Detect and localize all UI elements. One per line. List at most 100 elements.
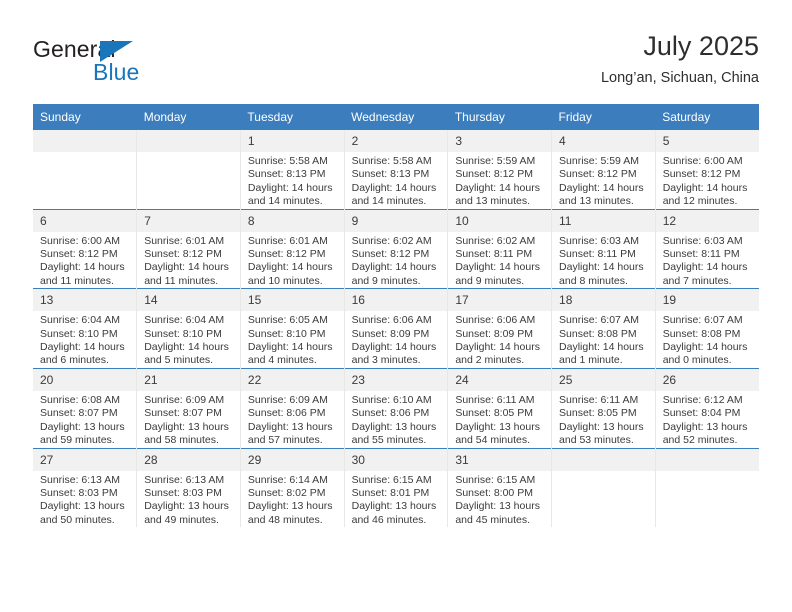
day-number: 9 — [344, 209, 448, 232]
calendar-day-cell[interactable]: 13 Sunrise: 6:04 AM Sunset: 8:10 PM Dayligh… — [33, 288, 137, 369]
sunset-text: Sunset: 8:03 PM — [40, 486, 118, 499]
calendar-day-cell[interactable]: 24 Sunrise: 6:11 AM Sunset: 8:05 PM Dayligh… — [447, 367, 552, 448]
calendar-day-cell[interactable]: 15 Sunrise: 6:05 AM Sunset: 8:10 PM Dayligh… — [239, 288, 345, 369]
sunrise-text: Sunrise: 6:03 AM — [662, 234, 743, 247]
sunset-text: Sunset: 8:06 PM — [351, 407, 430, 420]
day-details: Sunrise: 5:58 AM Sunset: 8:13 PM Daylight:… — [345, 152, 448, 209]
calendar-day-cell[interactable]: 25 Sunrise: 6:11 AM Sunset: 8:05 PM Dayligh… — [551, 367, 656, 448]
sunset-text: Sunset: 8:01 PM — [351, 486, 430, 499]
calendar-day-cell-empty — [551, 447, 656, 528]
calendar-day-cell[interactable]: 10 Sunrise: 6:02 AM Sunset: 8:11 PM Dayligh… — [447, 208, 552, 289]
daylight-text-line1: Daylight: 14 hours — [455, 181, 540, 194]
calendar-day-cell[interactable]: 18 Sunrise: 6:07 AM Sunset: 8:08 PM Dayligh… — [551, 288, 656, 369]
sunrise-text: Sunrise: 6:13 AM — [40, 473, 120, 486]
sunrise-text: Sunrise: 6:11 AM — [559, 393, 639, 406]
day-number: 8 — [240, 209, 344, 232]
calendar-day-cell[interactable]: 16 Sunrise: 6:06 AM Sunset: 8:09 PM Dayligh… — [343, 288, 448, 369]
calendar-day-cell[interactable]: 4 Sunrise: 5:59 AM Sunset: 8:12 PM Daylight… — [551, 130, 656, 210]
location-subtitle: Long’an, Sichuan, China — [600, 70, 759, 86]
day-details: Sunrise: 6:14 AM Sunset: 8:02 PM Daylight:… — [241, 471, 344, 528]
sunset-text: Sunset: 8:05 PM — [455, 407, 533, 420]
sunrise-text: Sunrise: 6:14 AM — [247, 473, 328, 486]
daylight-text-line2: and 53 minutes. — [559, 434, 634, 447]
calendar-day-cell[interactable]: 17 Sunrise: 6:06 AM Sunset: 8:09 PM Dayligh… — [447, 288, 552, 369]
sunrise-text: Sunrise: 6:01 AM — [247, 234, 328, 247]
calendar-day-cell[interactable]: 9 Sunrise: 6:02 AM Sunset: 8:12 PM Daylight… — [343, 208, 448, 289]
weekday-header-thursday: Thursday — [447, 104, 552, 130]
calendar-day-cell[interactable]: 3 Sunrise: 5:59 AM Sunset: 8:12 PM Daylight… — [447, 130, 552, 210]
sunrise-text: Sunrise: 6:15 AM — [455, 473, 536, 486]
calendar-day-cell[interactable]: 29 Sunrise: 6:14 AM Sunset: 8:02 PM Dayligh… — [239, 447, 345, 528]
day-number: 24 — [448, 368, 552, 391]
day-details: Sunrise: 6:13 AM Sunset: 8:03 PM Daylight:… — [137, 471, 240, 528]
calendar-day-cell[interactable]: 21 Sunrise: 6:09 AM Sunset: 8:07 PM Dayligh… — [136, 367, 241, 448]
calendar-day-cell[interactable]: 28 Sunrise: 6:13 AM Sunset: 8:03 PM Dayligh… — [136, 447, 241, 528]
day-number: 12 — [655, 209, 759, 232]
day-number: 25 — [552, 368, 655, 391]
day-details: Sunrise: 6:11 AM Sunset: 8:05 PM Daylight:… — [448, 391, 551, 448]
day-number: 31 — [448, 448, 552, 471]
calendar-day-cell-empty — [136, 130, 241, 210]
sunrise-text: Sunrise: 5:58 AM — [247, 155, 328, 167]
calendar-day-cell[interactable]: 19 Sunrise: 6:07 AM Sunset: 8:08 PM Dayligh… — [654, 288, 759, 369]
sunrise-text: Sunrise: 6:07 AM — [559, 314, 639, 327]
day-details: Sunrise: 6:05 AM Sunset: 8:10 PM Daylight:… — [241, 311, 344, 368]
daylight-text-line2: and 13 minutes. — [455, 195, 531, 208]
day-details: Sunrise: 5:59 AM Sunset: 8:12 PM Daylight:… — [448, 152, 551, 209]
daylight-text-line2: and 52 minutes. — [662, 434, 738, 447]
daylight-text-line1: Daylight: 14 hours — [351, 341, 437, 354]
calendar-week-row: 1 Sunrise: 5:58 AM Sunset: 8:13 PM Daylight… — [33, 130, 759, 210]
calendar-day-cell[interactable]: 22 Sunrise: 6:09 AM Sunset: 8:06 PM Dayligh… — [239, 367, 345, 448]
calendar-day-cell[interactable]: 11 Sunrise: 6:03 AM Sunset: 8:11 PM Dayligh… — [551, 208, 656, 289]
calendar-day-cell[interactable]: 31 Sunrise: 6:15 AM Sunset: 8:00 PM Dayligh… — [447, 447, 552, 528]
daylight-text-line1: Daylight: 14 hours — [144, 341, 229, 354]
day-number: 18 — [552, 289, 655, 312]
calendar-day-cell[interactable]: 7 Sunrise: 6:01 AM Sunset: 8:12 PM Daylight… — [136, 208, 241, 289]
daylight-text-line1: Daylight: 13 hours — [40, 420, 125, 433]
daylight-text-line2: and 59 minutes. — [40, 434, 115, 447]
calendar-day-cell[interactable]: 1 Sunrise: 5:58 AM Sunset: 8:13 PM Daylight… — [239, 130, 345, 210]
calendar-day-cell[interactable]: 12 Sunrise: 6:03 AM Sunset: 8:11 PM Dayligh… — [654, 208, 759, 289]
calendar-day-cell[interactable]: 5 Sunrise: 6:00 AM Sunset: 8:12 PM Daylight… — [654, 130, 759, 210]
calendar-day-cell[interactable]: 23 Sunrise: 6:10 AM Sunset: 8:06 PM Dayligh… — [343, 367, 448, 448]
calendar-day-cell[interactable]: 30 Sunrise: 6:15 AM Sunset: 8:01 PM Dayligh… — [343, 447, 448, 528]
daylight-text-line1: Daylight: 13 hours — [351, 500, 437, 513]
day-number: 7 — [137, 209, 240, 232]
calendar-day-cell[interactable]: 6 Sunrise: 6:00 AM Sunset: 8:12 PM Daylight… — [33, 208, 137, 289]
weekday-header-friday: Friday — [551, 104, 656, 130]
sunset-text: Sunset: 8:09 PM — [455, 327, 533, 340]
daylight-text-line1: Daylight: 14 hours — [662, 341, 748, 354]
calendar-day-cell[interactable]: 26 Sunrise: 6:12 AM Sunset: 8:04 PM Dayligh… — [654, 367, 759, 448]
sunrise-text: Sunrise: 6:10 AM — [351, 393, 432, 406]
calendar-day-cell[interactable]: 2 Sunrise: 5:58 AM Sunset: 8:13 PM Daylight… — [343, 130, 448, 210]
weekday-header-row: Sunday Monday Tuesday Wednesday Thursday… — [33, 104, 759, 130]
daylight-text-line2: and 7 minutes. — [662, 274, 732, 287]
sunset-text: Sunset: 8:08 PM — [559, 327, 637, 340]
daylight-text-line1: Daylight: 14 hours — [559, 341, 644, 354]
daylight-text-line2: and 1 minute. — [559, 354, 623, 367]
calendar-day-cell[interactable]: 27 Sunrise: 6:13 AM Sunset: 8:03 PM Dayligh… — [33, 447, 137, 528]
weekday-header-sunday: Sunday — [33, 104, 137, 130]
sunset-text: Sunset: 8:07 PM — [144, 407, 222, 420]
sunrise-text: Sunrise: 6:02 AM — [455, 234, 536, 247]
day-details: Sunrise: 6:09 AM Sunset: 8:07 PM Daylight:… — [137, 391, 240, 448]
daylight-text-line2: and 45 minutes. — [455, 513, 531, 526]
calendar-day-cell[interactable]: 20 Sunrise: 6:08 AM Sunset: 8:07 PM Dayligh… — [33, 367, 137, 448]
sunrise-text: Sunrise: 6:13 AM — [144, 473, 225, 486]
sunset-text: Sunset: 8:10 PM — [40, 327, 118, 340]
daylight-text-line1: Daylight: 13 hours — [351, 420, 437, 433]
day-number: 5 — [655, 130, 759, 152]
day-number — [552, 448, 655, 471]
sunset-text: Sunset: 8:11 PM — [559, 248, 636, 261]
day-number: 23 — [344, 368, 448, 391]
daylight-text-line1: Daylight: 14 hours — [144, 261, 229, 274]
daylight-text-line2: and 48 minutes. — [247, 513, 323, 526]
calendar-day-cell[interactable]: 14 Sunrise: 6:04 AM Sunset: 8:10 PM Dayligh… — [136, 288, 241, 369]
daylight-text-line2: and 4 minutes. — [247, 354, 317, 367]
daylight-text-line2: and 14 minutes. — [247, 195, 323, 208]
calendar-day-cell[interactable]: 8 Sunrise: 6:01 AM Sunset: 8:12 PM Daylight… — [239, 208, 345, 289]
sunrise-text: Sunrise: 6:04 AM — [40, 314, 120, 327]
day-details: Sunrise: 6:07 AM Sunset: 8:08 PM Daylight:… — [656, 311, 759, 368]
day-details: Sunrise: 6:07 AM Sunset: 8:08 PM Daylight:… — [552, 311, 655, 368]
general-blue-logo[interactable]: General Blue — [33, 36, 233, 92]
